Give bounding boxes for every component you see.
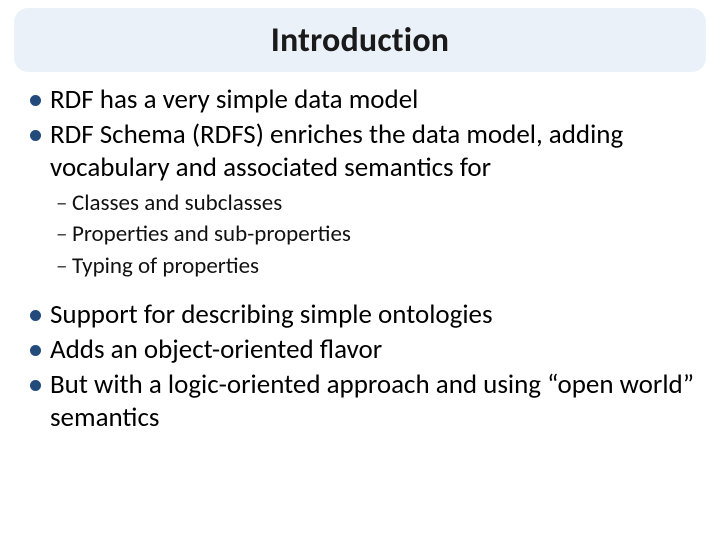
bullet-list: Support for describing simple ontologies…: [28, 299, 700, 435]
bullet-item: RDF has a very simple data model: [28, 84, 700, 117]
slide: Introduction RDF has a very simple data …: [0, 0, 720, 540]
bullet-item: RDF Schema (RDFS) enriches the data mode…: [28, 119, 700, 185]
bullet-item: Adds an object-oriented flavor: [28, 334, 700, 367]
bullet-item: Support for describing simple ontologies: [28, 299, 700, 332]
spacer: [28, 291, 700, 297]
bullet-item: But with a logic-oriented approach and u…: [28, 369, 700, 435]
title-bar: Introduction: [14, 8, 706, 72]
slide-body: RDF has a very simple data model RDF Sch…: [28, 82, 700, 524]
slide-title: Introduction: [271, 20, 450, 61]
bullet-list: RDF has a very simple data model RDF Sch…: [28, 84, 700, 185]
sub-bullet-item: Typing of properties: [56, 252, 700, 281]
sub-bullet-item: Properties and sub-properties: [56, 220, 700, 249]
sub-bullet-list: Classes and subclasses Properties and su…: [28, 189, 700, 281]
sub-bullet-item: Classes and subclasses: [56, 189, 700, 218]
